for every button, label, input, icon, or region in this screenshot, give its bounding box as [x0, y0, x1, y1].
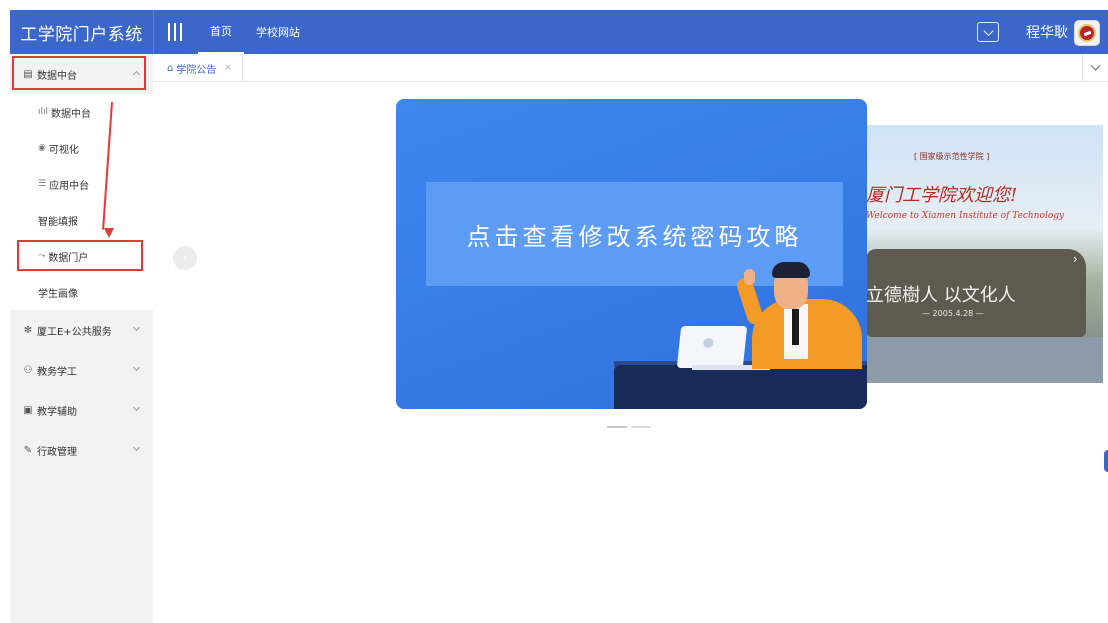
top-nav: 首页 学校网站 — [198, 10, 312, 54]
sidebar-group-academic-affairs[interactable]: ⚇ 教务学工 — [10, 350, 153, 390]
tab-label: 学院公告 — [176, 64, 217, 76]
person-illustration — [744, 269, 755, 285]
star-icon: ✻ — [23, 324, 33, 336]
sidebar-group-administration[interactable]: ✎ 行政管理 — [10, 430, 153, 470]
sidebar-submenu: ılıl 数据中台 ◉ 可视化 ☰ 应用中台 智能填报 ⤳ 数据门户 学生画像 — [10, 94, 153, 310]
close-icon[interactable]: × — [224, 63, 232, 73]
tab-college-announcement[interactable]: ⌂ 学院公告 × — [159, 54, 243, 82]
chevron-down-icon — [132, 363, 141, 372]
slide-welcome-en: Welcome to Xiamen Institute of Technolog… — [866, 211, 1065, 221]
header-divider — [153, 10, 154, 54]
eye-icon: ◉ — [38, 143, 46, 153]
nav-school-website[interactable]: 学校网站 — [244, 10, 312, 54]
sidebar-group-public-service[interactable]: ✻ 厦工E+公共服务 — [10, 310, 153, 350]
fullscreen-icon[interactable] — [977, 22, 999, 42]
side-float-tab[interactable] — [1104, 450, 1108, 472]
slide-motto: 立德樹人 以文化人 — [866, 285, 1016, 306]
sidebar-item-label: 智能填报 — [38, 216, 78, 228]
sidebar-item-label: 学生画像 — [38, 288, 78, 300]
highlight-box-data-platform — [12, 56, 146, 90]
sidebar-item-visualization[interactable]: ◉ 可视化 — [10, 130, 153, 166]
bar-chart-icon: ılıl — [38, 107, 49, 117]
desk — [614, 365, 867, 409]
sidebar-item-label: 应用中台 — [49, 180, 90, 192]
user-name[interactable]: 程华耿 — [1026, 10, 1068, 54]
person-illustration — [792, 309, 799, 345]
carousel-slide-password-guide[interactable]: 点击查看修改系统密码攻略 — [396, 99, 867, 409]
person-illustration — [772, 262, 810, 278]
book-icon: ▣ — [23, 404, 33, 416]
carousel-dot[interactable] — [607, 426, 627, 428]
laptop-illustration — [676, 326, 748, 368]
carousel-indicator — [607, 426, 651, 428]
sidebar-group-label: 教学辅助 — [37, 406, 77, 418]
sidebar-item-label: 可视化 — [48, 144, 79, 156]
sidebar-group-label: 行政管理 — [37, 446, 77, 458]
sidebar-group-label: 厦工E+公共服务 — [37, 326, 112, 338]
tab-bar: ⌂ 学院公告 × — [153, 54, 1108, 82]
school-badge-icon — [1078, 24, 1096, 42]
users-icon: ⚇ — [23, 364, 33, 376]
sidebar-item-app-platform[interactable]: ☰ 应用中台 — [10, 166, 153, 202]
chevron-down-icon — [132, 323, 141, 332]
chevron-down-icon — [132, 403, 141, 412]
sidebar-item-label: 数据中台 — [51, 108, 92, 120]
pen-icon: ✎ — [23, 444, 33, 456]
carousel-slide-campus[interactable]: [ 国家级示范性学院 ] 厦门工学院欢迎您! Welcome to Xiamen… — [866, 125, 1103, 383]
sidebar-item-data-platform[interactable]: ılıl 数据中台 — [10, 94, 153, 130]
nav-home[interactable]: 首页 — [198, 10, 244, 54]
home-icon: ⌂ — [167, 62, 174, 74]
top-header: 工学院门户系统 首页 学校网站 程华耿 — [10, 10, 1108, 54]
arrow-head-icon — [104, 228, 114, 238]
sidebar-group-teaching-aid[interactable]: ▣ 教学辅助 — [10, 390, 153, 430]
carousel-next-button[interactable]: › — [1073, 252, 1078, 266]
chevron-down-icon[interactable] — [1082, 54, 1108, 82]
sidebar-group-label: 教务学工 — [37, 366, 77, 378]
sidebar: ▤ 数据中台 ılıl 数据中台 ◉ 可视化 ☰ 应用中台 智能填报 ⤳ 数据门… — [10, 54, 153, 623]
sidebar-item-student-profile[interactable]: 学生画像 — [10, 274, 153, 310]
carousel-prev-button[interactable]: ‹ — [173, 246, 197, 270]
campus-ground — [866, 337, 1103, 383]
slide-welcome-text: 厦门工学院欢迎您! — [866, 185, 1018, 206]
slide-date: — 2005.4.28 — — [922, 309, 984, 318]
carousel-dot[interactable] — [631, 426, 651, 428]
app-title[interactable]: 工学院门户系统 — [10, 10, 153, 54]
highlight-box-data-portal — [17, 240, 143, 271]
sidebar-item-smart-report[interactable]: 智能填报 — [10, 202, 153, 238]
slide-small-sign: [ 国家级示范性学院 ] — [914, 152, 990, 161]
chevron-down-icon — [132, 443, 141, 452]
avatar[interactable] — [1074, 20, 1100, 46]
list-icon: ☰ — [38, 179, 47, 189]
menu-toggle-icon[interactable] — [168, 23, 184, 41]
